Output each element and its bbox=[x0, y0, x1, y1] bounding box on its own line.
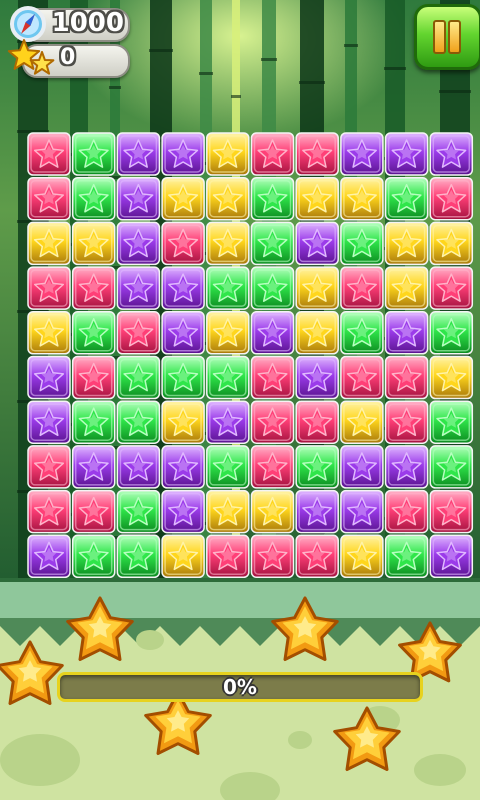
decorative-star-icon bbox=[0, 640, 64, 705]
game-stage: 1000 0 0% bbox=[0, 0, 480, 800]
decorative-star-icon bbox=[271, 596, 339, 661]
decorative-star-icon bbox=[333, 706, 401, 771]
progress-label: 0% bbox=[223, 675, 257, 699]
decorative-star-icon bbox=[66, 596, 134, 661]
progress-bar: 0% bbox=[57, 672, 423, 702]
